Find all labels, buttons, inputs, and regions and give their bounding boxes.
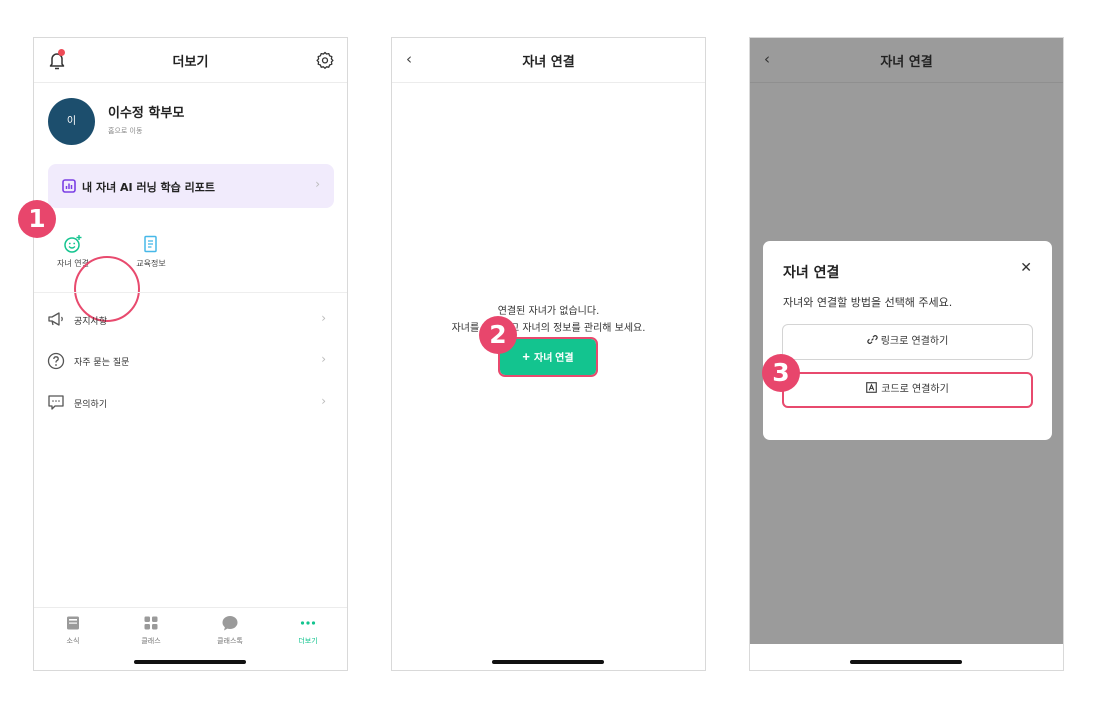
go-home-link[interactable]: 홈으로 이동 xyxy=(108,126,142,136)
home-indicator xyxy=(850,660,962,664)
tab-label: 클래스톡 xyxy=(217,637,243,645)
tab-label: 클래스 xyxy=(141,637,161,645)
empty-state-title: 연결된 자녀가 없습니다. xyxy=(497,306,600,317)
close-icon[interactable]: ✕ xyxy=(1020,260,1032,276)
page-title: 더보기 xyxy=(172,55,209,70)
step-badge-1: 1 xyxy=(18,200,56,238)
plus-icon: + xyxy=(522,349,530,364)
chevron-right-icon: › xyxy=(321,311,326,325)
connect-method-modal: 자녀 연결 ✕ 자녀와 연결할 방법을 선택해 주세요. 링크로 연결하기 코드… xyxy=(763,241,1052,440)
menu-label: 자주 묻는 질문 xyxy=(74,358,130,368)
home-indicator xyxy=(492,660,604,664)
link-icon xyxy=(867,335,878,344)
menu-label: 공지사항 xyxy=(74,317,108,327)
tab-classtalk[interactable]: 클래스톡 xyxy=(200,614,260,646)
add-child-label: 자녀 연결 xyxy=(534,353,574,364)
menu-contact[interactable]: 문의하기 › xyxy=(34,388,347,418)
chevron-right-icon: › xyxy=(321,352,326,366)
quick-education-info[interactable]: 교육정보 xyxy=(118,234,184,269)
screen-more: 더보기 이 이수정 학부모 홈으로 이동 내 자녀 AI 러닝 학습 리포트 ›… xyxy=(33,37,348,671)
connect-by-code-button[interactable]: 코드로 연결하기 xyxy=(782,372,1033,408)
megaphone-icon xyxy=(48,312,63,326)
smiley-plus-icon xyxy=(64,235,82,253)
tab-class[interactable]: 클래스 xyxy=(121,614,181,646)
menu-notice[interactable]: 공지사항 › xyxy=(34,305,347,335)
menu-label: 문의하기 xyxy=(74,400,108,410)
question-circle-icon xyxy=(47,352,65,370)
screen-connect-modal: ‹ 자녀 연결 자녀 연결 ✕ 자녀와 연결할 방법을 선택해 주세요. 링크로… xyxy=(749,37,1064,671)
modal-subtitle: 자녀와 연결할 방법을 선택해 주세요. xyxy=(783,296,953,309)
code-button-label: 코드로 연결하기 xyxy=(881,384,949,395)
report-chart-icon xyxy=(62,179,76,193)
document-icon xyxy=(144,235,157,253)
chevron-right-icon: › xyxy=(315,177,320,191)
header: ‹ 자녀 연결 xyxy=(750,38,1063,83)
chat-bubble-icon xyxy=(222,616,238,631)
news-icon xyxy=(67,616,79,630)
chat-dots-icon xyxy=(48,395,64,410)
report-banner-label: 내 자녀 AI 러닝 학습 리포트 xyxy=(82,181,215,194)
step-badge-3: 3 xyxy=(762,354,800,392)
chevron-right-icon: › xyxy=(321,394,326,408)
ai-report-banner[interactable]: 내 자녀 AI 러닝 학습 리포트 › xyxy=(48,164,334,208)
tab-label: 소식 xyxy=(66,637,80,645)
step-badge-2: 2 xyxy=(479,316,517,354)
header: ‹ 자녀 연결 xyxy=(392,38,705,83)
tab-news[interactable]: 소식 xyxy=(43,614,103,646)
quick-label: 교육정보 xyxy=(136,259,166,268)
profile-name[interactable]: 이수정 학부모 xyxy=(108,102,184,121)
code-box-icon xyxy=(866,382,878,393)
avatar[interactable]: 이 xyxy=(48,98,95,145)
page-title: 자녀 연결 xyxy=(880,55,933,70)
header: 더보기 xyxy=(34,38,347,83)
more-dots-icon xyxy=(300,621,316,625)
divider xyxy=(34,292,347,293)
dim-overlay[interactable]: ‹ 자녀 연결 자녀 연결 ✕ 자녀와 연결할 방법을 선택해 주세요. 링크로… xyxy=(750,38,1063,644)
gear-icon[interactable] xyxy=(316,51,334,69)
screen-connect-child: ‹ 자녀 연결 연결된 자녀가 없습니다. 자녀를 연결하고 자녀의 정보를 관… xyxy=(391,37,706,671)
tab-label: 더보기 xyxy=(298,637,318,645)
empty-state-desc: 자녀를 연결하고 자녀의 정보를 관리해 보세요. xyxy=(451,323,646,334)
menu-faq[interactable]: 자주 묻는 질문 › xyxy=(34,346,347,376)
home-indicator xyxy=(134,660,246,664)
grid-icon xyxy=(144,616,158,630)
connect-by-link-button[interactable]: 링크로 연결하기 xyxy=(782,324,1033,360)
link-button-label: 링크로 연결하기 xyxy=(880,336,949,347)
page-title: 자녀 연결 xyxy=(522,55,575,70)
modal-title: 자녀 연결 xyxy=(783,265,840,281)
tab-more[interactable]: 더보기 xyxy=(278,614,338,646)
